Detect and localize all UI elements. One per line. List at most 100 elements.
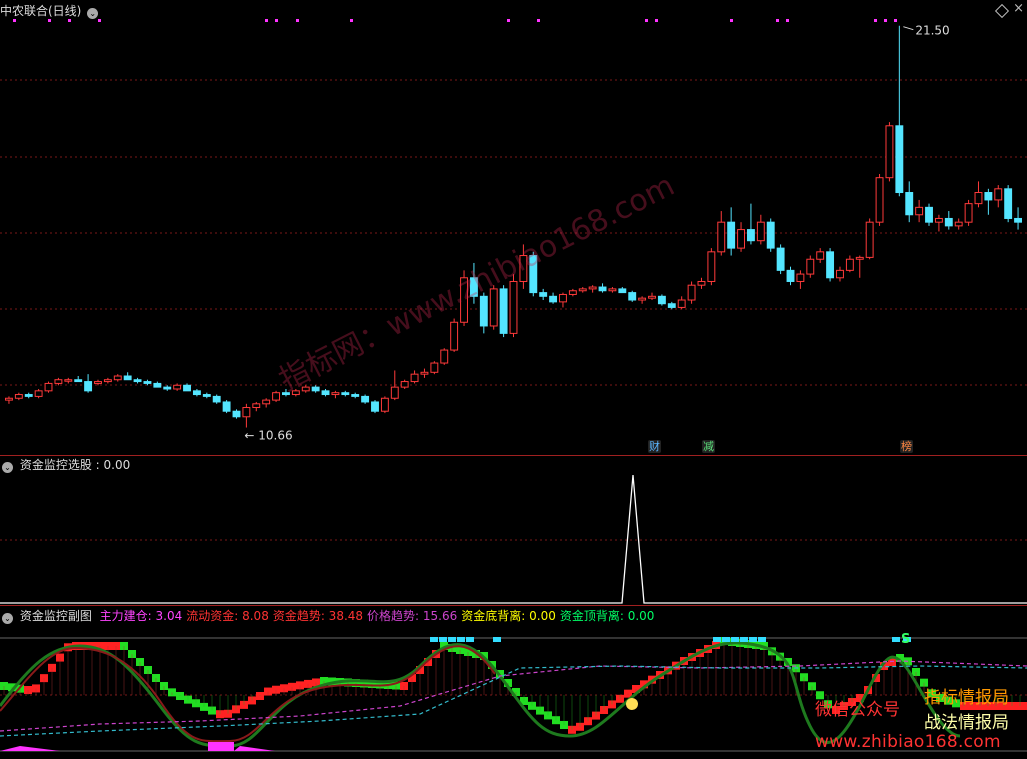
candle bbox=[915, 199, 924, 223]
candle-body bbox=[14, 394, 23, 399]
candle-body bbox=[222, 401, 231, 412]
candle-body bbox=[34, 390, 43, 397]
candle-body bbox=[578, 288, 587, 292]
candle bbox=[677, 296, 686, 310]
top-marker bbox=[731, 637, 739, 642]
candle-body bbox=[103, 379, 112, 383]
candle bbox=[865, 218, 874, 260]
candle-body bbox=[539, 292, 548, 297]
url-watermark: www.zhibiao168.com bbox=[815, 732, 1001, 752]
candle bbox=[618, 287, 627, 294]
candle-body bbox=[786, 269, 795, 282]
top-marker bbox=[758, 637, 766, 642]
candle bbox=[163, 385, 172, 391]
candle-body bbox=[568, 290, 577, 295]
candle bbox=[430, 361, 439, 375]
candle bbox=[628, 290, 637, 302]
candle-body bbox=[875, 177, 884, 223]
candle-body bbox=[895, 125, 904, 194]
candle bbox=[34, 388, 43, 399]
candle-body bbox=[905, 192, 914, 216]
candle-body bbox=[1004, 188, 1013, 219]
candle bbox=[44, 381, 53, 393]
candle-body bbox=[143, 381, 152, 384]
top-marker bbox=[713, 637, 721, 642]
candle bbox=[559, 292, 567, 308]
candle-body bbox=[885, 125, 894, 179]
candle bbox=[885, 122, 894, 182]
candle-body bbox=[727, 221, 736, 249]
candle-body bbox=[331, 392, 340, 396]
main-candlestick-chart[interactable]: 21.50 ← 10.66 bbox=[0, 0, 1027, 456]
candle bbox=[64, 377, 73, 384]
candle bbox=[836, 266, 844, 282]
candle-body bbox=[638, 297, 647, 301]
candle-body bbox=[618, 288, 627, 294]
brand-watermark-2: 战法情报局 bbox=[924, 713, 1009, 733]
candle-body bbox=[737, 229, 745, 249]
signal-dot bbox=[655, 19, 658, 22]
candle-body bbox=[648, 295, 656, 299]
candle bbox=[539, 288, 548, 301]
candle-body bbox=[499, 288, 508, 334]
candle bbox=[657, 294, 666, 306]
candle bbox=[934, 214, 943, 232]
top-marker bbox=[493, 637, 501, 642]
candle bbox=[84, 374, 93, 393]
candle-body bbox=[944, 217, 953, 227]
event-marker[interactable]: 榜 bbox=[900, 440, 913, 453]
candle bbox=[331, 390, 340, 399]
candle-body bbox=[242, 407, 251, 418]
candle-body bbox=[44, 382, 53, 392]
candle-body bbox=[183, 384, 191, 392]
event-marker[interactable]: 减 bbox=[702, 440, 715, 453]
candle-body bbox=[954, 221, 963, 227]
candle-body bbox=[133, 379, 142, 383]
candle-body bbox=[420, 371, 429, 375]
candle bbox=[687, 281, 696, 304]
candle-body bbox=[687, 284, 696, 301]
candle bbox=[746, 203, 755, 245]
event-marker[interactable]: 财 bbox=[648, 440, 661, 453]
candle bbox=[499, 285, 508, 338]
signal-dot bbox=[776, 19, 779, 22]
candle bbox=[153, 381, 162, 388]
high-price-label: 21.50 bbox=[915, 24, 949, 38]
candle-body bbox=[994, 188, 1003, 201]
candle-body bbox=[24, 394, 33, 397]
signal-dot bbox=[507, 19, 510, 22]
candle-body bbox=[192, 390, 201, 396]
candle bbox=[212, 394, 221, 404]
top-marker bbox=[466, 637, 474, 642]
candle-body bbox=[390, 386, 399, 399]
candle bbox=[816, 248, 825, 263]
candle-body bbox=[262, 399, 271, 405]
candle-body bbox=[796, 273, 805, 282]
candle-body bbox=[440, 349, 449, 364]
candle-body bbox=[756, 221, 765, 242]
candle-body bbox=[252, 403, 261, 409]
signal-dot bbox=[645, 19, 648, 22]
candle bbox=[173, 383, 182, 391]
signal-dot bbox=[730, 19, 733, 22]
selection-signal-chart[interactable] bbox=[0, 456, 1027, 606]
signal-dot bbox=[98, 19, 101, 22]
candle-body bbox=[855, 256, 864, 260]
candle bbox=[272, 390, 281, 402]
candle bbox=[737, 222, 745, 252]
candle-body bbox=[272, 392, 281, 401]
candle bbox=[994, 185, 1003, 208]
candle-body bbox=[84, 381, 93, 392]
candle bbox=[944, 211, 953, 230]
candle-body bbox=[123, 375, 132, 381]
candle bbox=[796, 270, 805, 289]
money-bag-icon bbox=[626, 698, 638, 710]
candle bbox=[103, 377, 112, 384]
candle bbox=[202, 392, 211, 399]
candle-body bbox=[430, 362, 439, 373]
candle bbox=[608, 287, 617, 293]
candle bbox=[262, 398, 271, 408]
candle bbox=[24, 392, 33, 399]
candle bbox=[351, 392, 360, 399]
candle-body bbox=[836, 269, 844, 279]
